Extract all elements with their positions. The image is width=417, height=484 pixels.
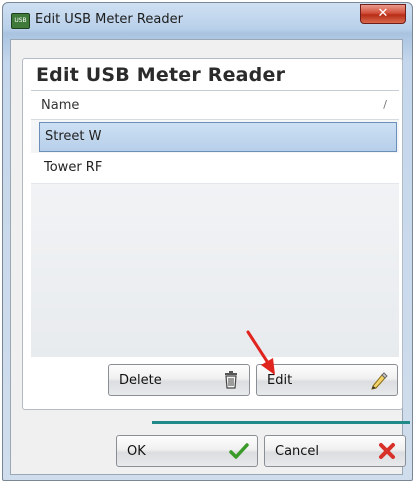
cancel-button[interactable]: Cancel bbox=[264, 435, 406, 467]
list-item-tower-rf[interactable]: Tower RF bbox=[31, 153, 399, 184]
list-item-label: Tower RF bbox=[44, 160, 103, 175]
trash-icon bbox=[225, 371, 237, 389]
list-item-label: Street W bbox=[45, 129, 102, 144]
column-header-label: Name bbox=[41, 98, 80, 113]
delete-button-label: Delete bbox=[119, 373, 162, 388]
red-arrow-icon bbox=[246, 330, 275, 375]
list-item-street-w[interactable]: Street W bbox=[39, 122, 397, 152]
column-header-name[interactable]: Name / bbox=[31, 91, 399, 120]
close-button[interactable]: ✕ bbox=[360, 4, 406, 24]
accent-divider bbox=[152, 421, 410, 424]
usb-app-icon: USB bbox=[11, 13, 30, 29]
close-icon: ✕ bbox=[377, 6, 389, 21]
ok-button-label: OK bbox=[127, 444, 146, 459]
pencil-icon bbox=[371, 372, 388, 390]
window-title: Edit USB Meter Reader bbox=[35, 12, 183, 27]
delete-button[interactable]: Delete bbox=[108, 364, 250, 396]
checkmark-icon bbox=[229, 443, 249, 459]
cancel-button-label: Cancel bbox=[275, 444, 320, 459]
ok-button[interactable]: OK bbox=[116, 435, 258, 467]
x-icon bbox=[379, 443, 395, 459]
panel-title: Edit USB Meter Reader bbox=[36, 64, 286, 86]
sort-indicator-icon: / bbox=[383, 98, 387, 111]
title-bar[interactable]: USB Edit USB Meter Reader ✕ bbox=[3, 3, 412, 39]
reader-list: Name / Street W Tower RF bbox=[31, 90, 399, 357]
